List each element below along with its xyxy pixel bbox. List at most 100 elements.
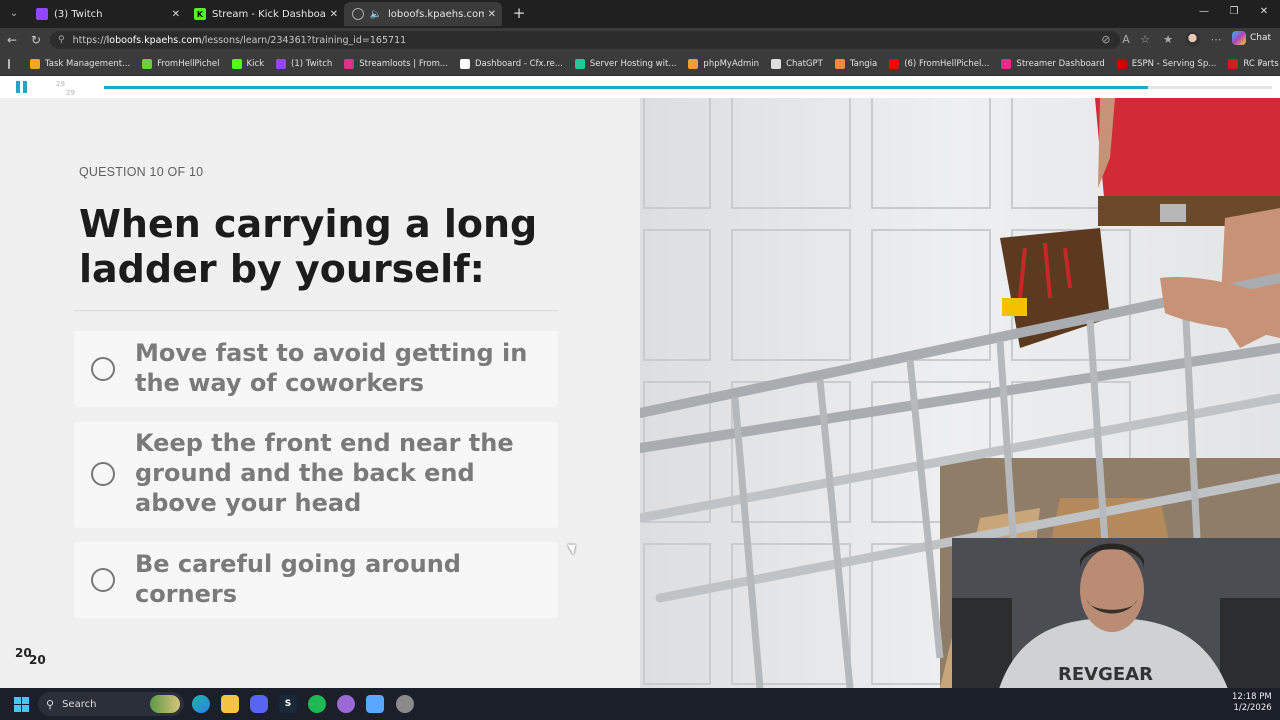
- espn-icon: [1116, 58, 1127, 69]
- bookmark-item[interactable]: phpMyAdmin: [688, 58, 759, 69]
- twitch-icon: [36, 8, 48, 20]
- tab-title: Stream - Kick Dashboard: [212, 8, 326, 20]
- question-title: When carrying a long ladder by yourself:: [79, 202, 538, 291]
- file-explorer-icon[interactable]: [221, 695, 239, 713]
- bookmark-item[interactable]: (6) FromHellPichel...: [889, 58, 990, 69]
- browser-tab-kick[interactable]: K Stream - Kick Dashboard ✕: [186, 2, 344, 26]
- radio-button[interactable]: [91, 568, 115, 592]
- tangia-icon: [834, 58, 845, 69]
- divider: [74, 310, 558, 311]
- back-icon[interactable]: ←: [4, 32, 20, 48]
- pause-icon[interactable]: [16, 81, 27, 93]
- tracking-icon[interactable]: ⊘: [1098, 32, 1114, 48]
- bookmark-item[interactable]: ChatGPT: [771, 58, 823, 69]
- restore-icon[interactable]: ❐: [1224, 6, 1244, 17]
- spotify-icon[interactable]: [308, 695, 326, 713]
- more-menu-icon[interactable]: ⋯: [1208, 32, 1224, 48]
- question-panel: QUESTION 10 OF 10 When carrying a long l…: [0, 98, 640, 688]
- browser-tab-twitch[interactable]: (3) Twitch ✕: [28, 2, 186, 26]
- bookmarks-overflow-icon[interactable]: ›: [1258, 57, 1262, 70]
- radio-button[interactable]: [91, 462, 115, 486]
- bookmarks-bar: Task Management... FromHellPichel Kick (1) …: [0, 52, 1280, 76]
- steam-icon[interactable]: S: [279, 695, 297, 713]
- page-total: 29: [66, 89, 75, 97]
- new-tab-button[interactable]: +: [510, 4, 528, 22]
- favorite-star-icon[interactable]: ☆: [1137, 32, 1153, 48]
- twitch-icon: [276, 58, 287, 69]
- discord-icon[interactable]: [250, 695, 268, 713]
- answer-option-text: Keep the front end near the ground and t…: [135, 429, 514, 517]
- bookmark-label: (1) Twitch: [291, 58, 333, 69]
- lesson-progress-bar: [104, 86, 1272, 89]
- lesson-toolbar: 29 29: [0, 76, 1280, 98]
- streamloots-icon: [344, 58, 355, 69]
- taskbar-search[interactable]: ⚲ Search: [38, 692, 184, 716]
- clock-date: 1/2/2026: [1233, 703, 1272, 713]
- bookmark-item[interactable]: Task Management...: [30, 58, 130, 69]
- radio-button[interactable]: [91, 357, 115, 381]
- url-field[interactable]: ⚲ https://loboofs.kpaehs.com/lessons/lea…: [50, 31, 1120, 49]
- bookmark-label: Kick: [246, 58, 265, 69]
- close-window-icon[interactable]: ✕: [1254, 6, 1274, 17]
- bookmark-item[interactable]: Tangia: [834, 58, 877, 69]
- system-clock[interactable]: 12:18 PM 1/2/2026: [1232, 692, 1272, 714]
- browser-tab-lesson[interactable]: 🔈 loboofs.kpaehs.com/lessons/l ✕: [344, 2, 502, 26]
- bookmark-item[interactable]: (1) Twitch: [276, 58, 333, 69]
- minimize-icon[interactable]: —: [1194, 6, 1214, 17]
- refresh-icon[interactable]: ↻: [28, 32, 44, 48]
- bookmark-label: FromHellPichel: [157, 58, 220, 69]
- close-tab-icon[interactable]: ✕: [330, 9, 338, 20]
- site-info-icon[interactable]: ⚲: [58, 35, 65, 45]
- url-path: /lessons/learn/234361?training_id=165711: [201, 34, 407, 46]
- app-icon[interactable]: [366, 695, 384, 713]
- address-bar-row: ← ↻ ⚲ https://loboofs.kpaehs.com/lessons…: [0, 28, 1280, 52]
- speaker-icon[interactable]: 🔈: [370, 8, 382, 20]
- bookmark-label: ChatGPT: [786, 58, 823, 69]
- tab-actions-chevron-icon[interactable]: ⌄: [4, 4, 24, 24]
- answer-option-2[interactable]: Keep the front end near the ground and t…: [74, 422, 558, 528]
- play-icon: [142, 58, 153, 69]
- bookmark-item[interactable]: Streamer Dashboard: [1001, 58, 1105, 69]
- bookmark-item[interactable]: FromHellPichel: [142, 58, 220, 69]
- server-icon: [574, 58, 585, 69]
- bookmark-label: ESPN - Serving Sp...: [1131, 58, 1217, 69]
- bookmark-label: Dashboard - Cfx.re...: [475, 58, 563, 69]
- bookmark-label: Server Hosting wit...: [589, 58, 677, 69]
- bookmark-item[interactable]: Kick: [231, 58, 265, 69]
- globe-icon: [352, 8, 364, 20]
- search-highlight-icon: [150, 695, 180, 713]
- sidebar-toggle-icon[interactable]: [8, 58, 10, 69]
- url-prefix: https://: [72, 34, 107, 46]
- bookmark-item[interactable]: Server Hosting wit...: [574, 58, 677, 69]
- read-aloud-icon[interactable]: A: [1118, 32, 1134, 48]
- obs-icon[interactable]: [337, 695, 355, 713]
- answer-option-text: Be careful going around corners: [135, 550, 461, 608]
- answer-option-1[interactable]: Move fast to avoid getting in the way of…: [74, 331, 558, 407]
- edge-icon[interactable]: [192, 695, 210, 713]
- cfx-icon: [460, 58, 470, 69]
- bookmark-item[interactable]: Dashboard - Cfx.re...: [460, 58, 563, 69]
- browser-tab-bar: ⌄ (3) Twitch ✕ K Stream - Kick Dashboard…: [0, 0, 1280, 28]
- search-label: Search: [62, 698, 97, 710]
- page-current: 29: [56, 80, 65, 88]
- windows-start-icon[interactable]: [14, 697, 29, 712]
- score-indicator: 20 20: [15, 646, 55, 672]
- streamer-icon: [1001, 58, 1012, 69]
- lesson-progress-fill: [104, 86, 1149, 89]
- bookmark-label: (6) FromHellPichel...: [904, 58, 990, 69]
- clock-time: 12:18 PM: [1232, 692, 1272, 702]
- question-number: QUESTION 10 OF 10: [79, 165, 204, 179]
- copilot-icon: [1232, 31, 1246, 45]
- copilot-chat-button[interactable]: Chat: [1232, 31, 1271, 45]
- answer-option-3[interactable]: Be careful going around corners: [74, 542, 558, 618]
- close-tab-icon[interactable]: ✕: [172, 9, 180, 20]
- bookmark-item[interactable]: Streamloots | From...: [344, 58, 448, 69]
- favorites-icon[interactable]: ★: [1160, 32, 1176, 48]
- settings-icon[interactable]: [396, 695, 414, 713]
- youtube-icon: [889, 58, 900, 69]
- bookmark-item[interactable]: ESPN - Serving Sp...: [1116, 58, 1217, 69]
- task-icon: [30, 58, 40, 69]
- profile-avatar[interactable]: [1185, 32, 1200, 47]
- close-tab-icon[interactable]: ✕: [488, 9, 496, 20]
- bookmark-item[interactable]: RC Parts | RC Car P...: [1228, 58, 1280, 69]
